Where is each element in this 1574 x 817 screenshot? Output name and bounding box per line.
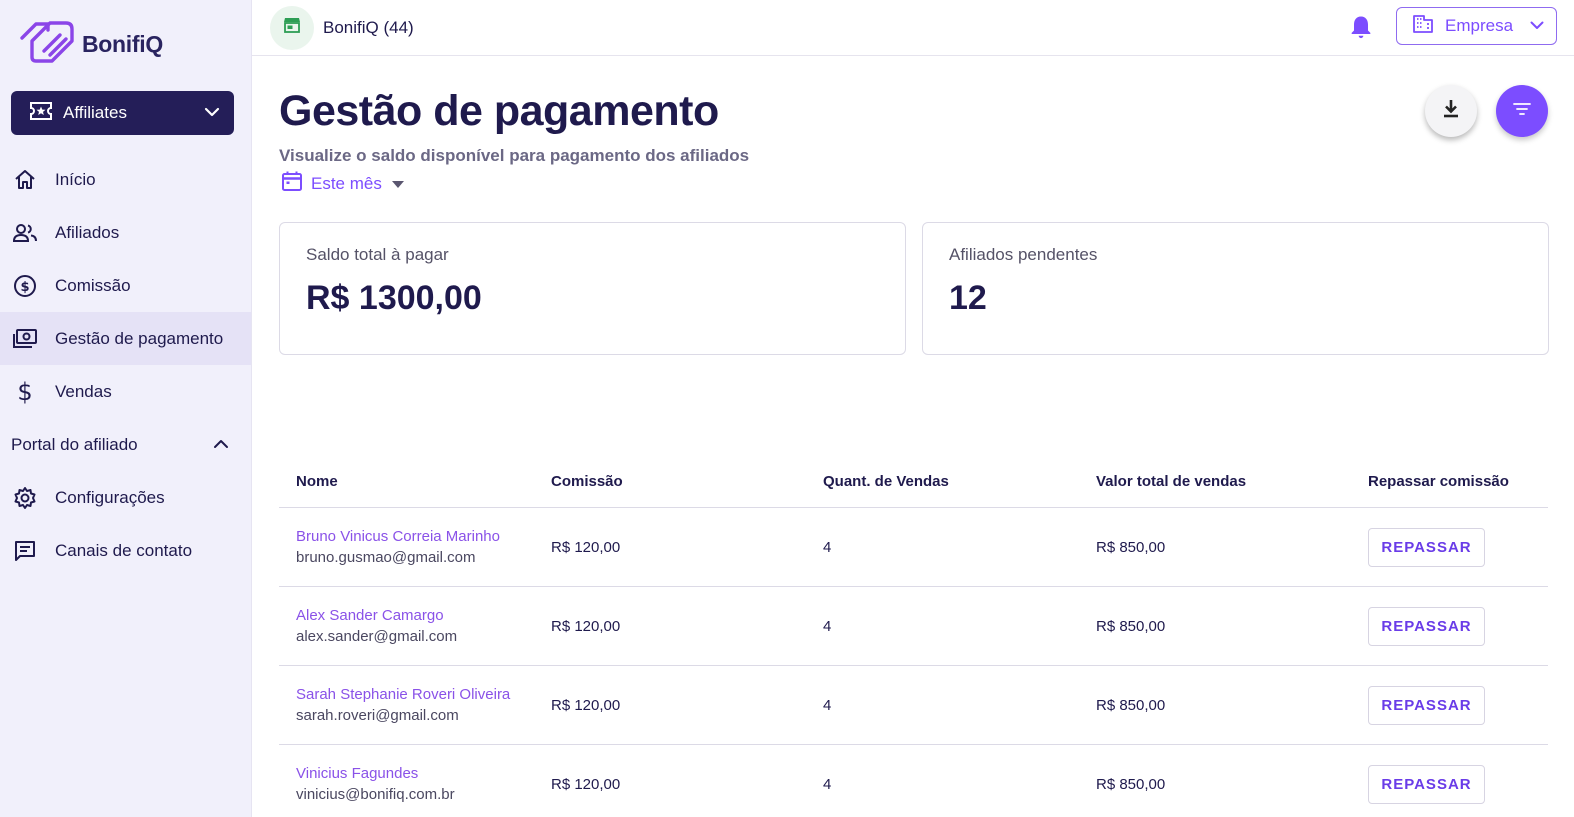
dollar-circle-icon: $ <box>12 273 38 299</box>
logo-text: BonifiQ <box>82 31 163 57</box>
sidebar-section-portal-do-afiliado[interactable]: Portal do afiliado <box>0 418 251 471</box>
sidebar-nav: Início Afiliados $ Comissão Gestão de pa… <box>0 153 251 577</box>
pending-affiliates-card: Afiliados pendentes 12 <box>922 222 1549 355</box>
top-bar: BonifiQ (44) Empresa <box>252 0 1574 56</box>
sidebar-item-comissao[interactable]: $ Comissão <box>0 259 251 312</box>
column-header: Nome <box>296 473 338 490</box>
sidebar-item-gestao-de-pagamento[interactable]: Gestão de pagamento <box>0 312 251 365</box>
sales-total: R$ 850,00 <box>1096 696 1166 714</box>
affiliate-cell: Sarah Stephanie Roveri Oliveira sarah.ro… <box>279 686 551 724</box>
column-header: Repassar comissão <box>1368 473 1509 490</box>
period-select[interactable]: Este mês <box>281 170 404 197</box>
svg-text:$: $ <box>17 379 32 405</box>
sales-count: 4 <box>823 775 832 793</box>
company-label: Empresa <box>1445 16 1514 35</box>
sidebar-item-configuracoes[interactable]: Configurações <box>0 471 251 524</box>
filter-icon <box>1512 102 1532 121</box>
logo[interactable]: BonifiQ <box>18 18 163 71</box>
sidebar: BonifiQ Affiliates Início Afiliados $ Co… <box>0 0 252 817</box>
table-header: Nome Comissão Quant. de Vendas Valor tot… <box>279 456 1548 508</box>
ticket-star-icon <box>29 101 53 126</box>
column-header: Quant. de Vendas <box>823 473 949 490</box>
bell-icon[interactable] <box>1347 13 1375 41</box>
sidebar-item-label: Canais de contato <box>55 540 193 560</box>
home-icon <box>12 167 38 193</box>
page-title: Gestão de pagamento <box>279 87 719 135</box>
users-icon <box>12 220 38 246</box>
commission-value: R$ 120,00 <box>551 538 621 556</box>
sales-total: R$ 850,00 <box>1096 538 1166 556</box>
commission-value: R$ 120,00 <box>551 696 621 714</box>
sales-count: 4 <box>823 538 832 556</box>
payments-table: Nome Comissão Quant. de Vendas Valor tot… <box>279 456 1548 817</box>
company-select[interactable]: Empresa <box>1396 7 1557 45</box>
store-badge <box>270 5 314 50</box>
sidebar-item-vendas[interactable]: $ Vendas <box>0 365 251 418</box>
payments-icon <box>12 326 38 352</box>
repassar-button[interactable]: REPASSAR <box>1368 764 1485 804</box>
bonifiq-logo-icon <box>18 18 76 71</box>
sidebar-item-label: Afiliados <box>55 222 120 242</box>
download-icon <box>1440 98 1462 125</box>
card-label: Saldo total à pagar <box>306 245 449 264</box>
commission-value: R$ 120,00 <box>551 617 621 635</box>
workspace-label: Affiliates <box>63 103 127 122</box>
commission-value: R$ 120,00 <box>551 775 621 793</box>
store-icon <box>283 17 301 38</box>
repassar-button[interactable]: REPASSAR <box>1368 527 1485 567</box>
sales-count: 4 <box>823 617 832 635</box>
table-row: Sarah Stephanie Roveri Oliveira sarah.ro… <box>279 666 1548 745</box>
affiliate-cell: Alex Sander Camargo alex.sander@gmail.co… <box>279 607 551 645</box>
sidebar-item-inicio[interactable]: Início <box>0 153 251 206</box>
card-value: R$ 1300,00 <box>306 279 482 317</box>
store-name[interactable]: BonifiQ (44) <box>323 18 414 38</box>
filter-button[interactable] <box>1496 85 1548 137</box>
workspace-select[interactable]: Affiliates <box>11 91 234 135</box>
total-balance-card: Saldo total à pagar R$ 1300,00 <box>279 222 906 355</box>
affiliate-email: vinicius@bonifiq.com.br <box>296 786 455 803</box>
sales-count: 4 <box>823 696 832 714</box>
sidebar-item-label: Início <box>55 169 96 189</box>
sidebar-item-label: Vendas <box>55 381 112 401</box>
affiliate-cell: Vinicius Fagundes vinicius@bonifiq.com.b… <box>279 765 551 803</box>
calendar-icon <box>281 170 303 197</box>
dollar-icon: $ <box>12 379 38 405</box>
period-label: Este mês <box>311 173 382 193</box>
sidebar-item-label: Comissão <box>55 275 131 295</box>
table-row: Alex Sander Camargo alex.sander@gmail.co… <box>279 587 1548 666</box>
affiliate-email: bruno.gusmao@gmail.com <box>296 549 476 566</box>
gear-icon <box>12 485 38 511</box>
chevron-up-icon <box>213 436 229 454</box>
building-icon <box>1413 14 1433 38</box>
affiliate-email: sarah.roveri@gmail.com <box>296 707 459 724</box>
column-header: Comissão <box>551 473 623 490</box>
affiliate-name-link[interactable]: Alex Sander Camargo <box>296 607 551 624</box>
chevron-down-icon <box>1530 17 1544 35</box>
page-subtitle: Visualize o saldo disponível para pagame… <box>279 146 750 165</box>
sidebar-item-label: Gestão de pagamento <box>55 328 224 348</box>
card-label: Afiliados pendentes <box>949 245 1098 264</box>
affiliate-name-link[interactable]: Sarah Stephanie Roveri Oliveira <box>296 686 551 703</box>
chat-icon <box>12 538 38 564</box>
affiliate-name-link[interactable]: Bruno Vinicus Correia Marinho <box>296 528 551 545</box>
repassar-button[interactable]: REPASSAR <box>1368 606 1485 646</box>
column-header: Valor total de vendas <box>1096 473 1247 490</box>
svg-text:$: $ <box>20 280 29 295</box>
repassar-button[interactable]: REPASSAR <box>1368 685 1485 725</box>
affiliate-name-link[interactable]: Vinicius Fagundes <box>296 765 551 782</box>
sales-total: R$ 850,00 <box>1096 617 1166 635</box>
sales-total: R$ 850,00 <box>1096 775 1166 793</box>
table-row: Bruno Vinicus Correia Marinho bruno.gusm… <box>279 508 1548 587</box>
download-button[interactable] <box>1425 85 1477 137</box>
sidebar-item-afiliados[interactable]: Afiliados <box>0 206 251 259</box>
chevron-down-icon <box>204 104 220 122</box>
caret-down-icon <box>391 175 404 193</box>
sidebar-item-label: Configurações <box>55 487 165 507</box>
card-value: 12 <box>949 279 987 317</box>
affiliate-email: alex.sander@gmail.com <box>296 628 458 645</box>
sidebar-item-canais-de-contato[interactable]: Canais de contato <box>0 524 251 577</box>
sidebar-section-label: Portal do afiliado <box>11 434 138 454</box>
affiliate-cell: Bruno Vinicus Correia Marinho bruno.gusm… <box>279 528 551 566</box>
table-row: Vinicius Fagundes vinicius@bonifiq.com.b… <box>279 745 1548 817</box>
